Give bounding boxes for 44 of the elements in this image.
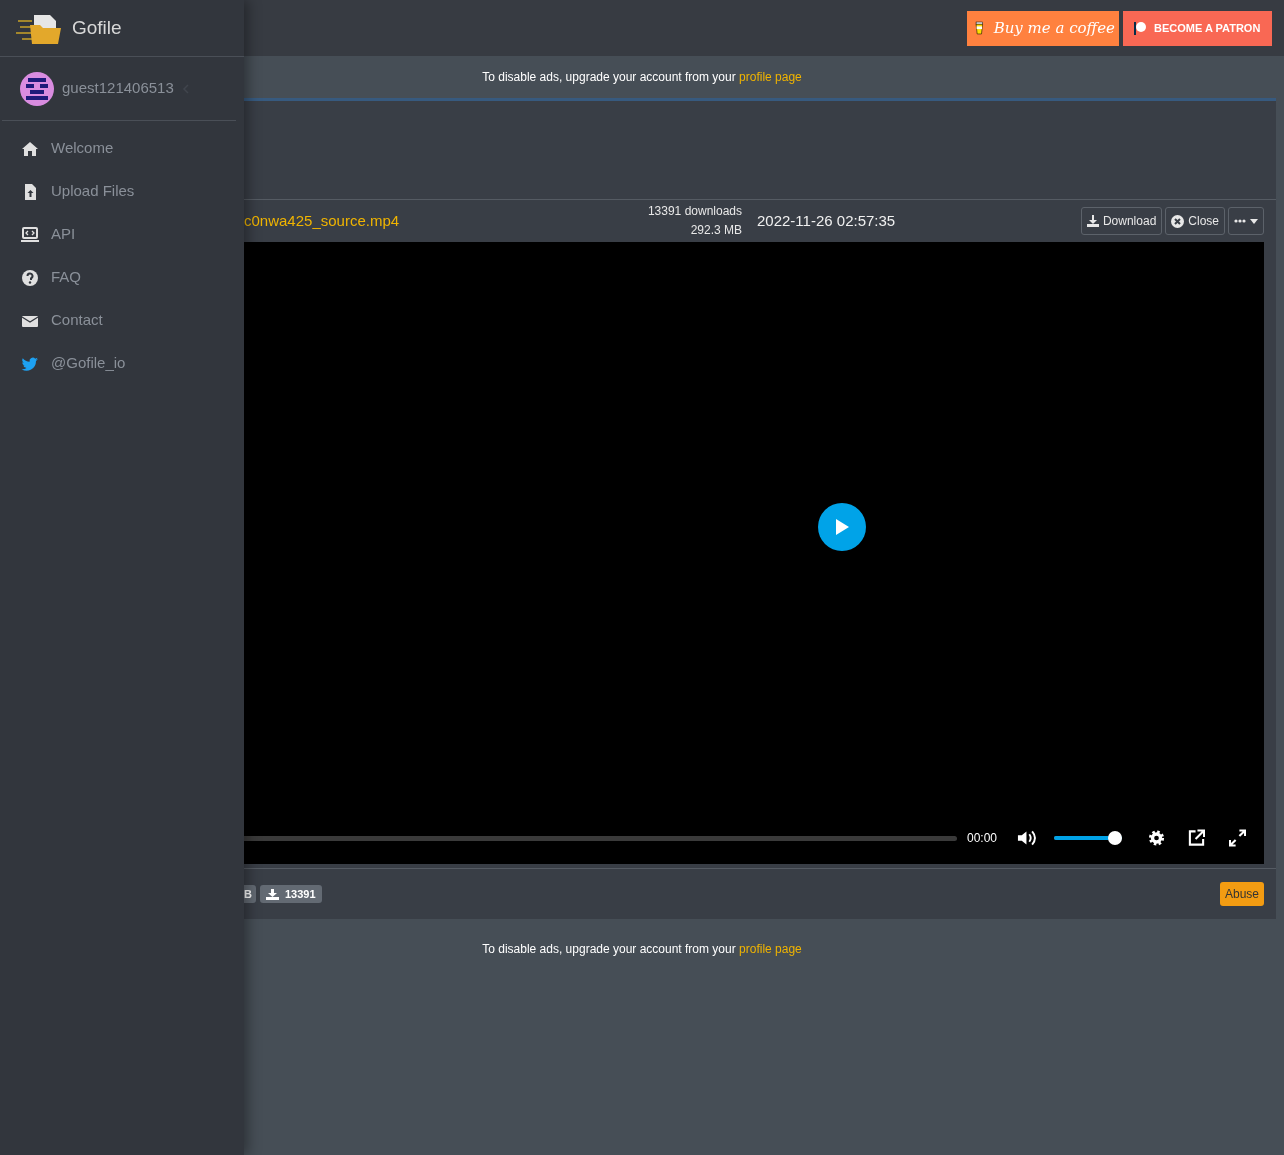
download-button[interactable]: Download [1080,207,1163,235]
home-icon [21,139,39,158]
caret-icon [1250,218,1258,224]
downloads-badge: 13391 [259,885,322,903]
close-icon [1171,214,1185,228]
abuse-button[interactable]: Abuse [1219,882,1264,906]
patreon-button[interactable]: BECOME A PATRON [1123,10,1272,46]
profile-link[interactable]: profile page [739,70,802,84]
question-icon [21,268,39,287]
fullscreen-icon[interactable] [1228,829,1246,847]
upload-date: 2022-11-26 02:57:35 [757,210,896,231]
file-name[interactable]: c0nwa425_source.mp4 [244,209,636,233]
profile-link[interactable]: profile page [739,942,802,956]
video-player[interactable]: 00:00 [244,242,1264,864]
file-size: 292.3 MB [690,222,742,239]
laptop-code-icon [21,225,39,244]
ellipsis-icon [1234,219,1246,223]
popout-icon[interactable] [1187,829,1205,847]
volume-slider[interactable] [1053,831,1122,845]
time-display: 00:00 [967,830,998,847]
download-icon [1086,215,1099,227]
username: guest121406513 [62,78,174,99]
play-button[interactable] [818,503,866,551]
play-icon [834,518,850,536]
settings-icon[interactable] [1147,829,1165,847]
nav-link[interactable]: API [0,213,244,256]
patreon-icon [1134,21,1146,35]
ad-notice: To disable ads, upgrade your account from your profile page [482,69,802,86]
nav-link[interactable]: FAQ [0,256,244,299]
download-icon [265,888,279,900]
volume-icon[interactable] [1017,829,1036,847]
ad-notice: To disable ads, upgrade your account from your profile page [482,941,802,958]
nav-link[interactable]: Welcome [0,127,244,170]
download-count: 13391 downloads [647,203,742,220]
coffee-button[interactable]: Buy me a coffee [967,10,1119,46]
brand-name: Gofile [72,15,122,40]
nav-link[interactable]: @Gofile_io [0,342,244,385]
volume-thumb[interactable] [1107,831,1122,845]
nav-link[interactable]: Upload Files [0,170,244,213]
more-button[interactable] [1228,207,1264,235]
nav-link[interactable]: Contact [0,299,244,342]
avatar-icon [20,71,54,106]
size-badge: B [244,885,256,903]
close-button[interactable]: Close [1165,207,1225,235]
